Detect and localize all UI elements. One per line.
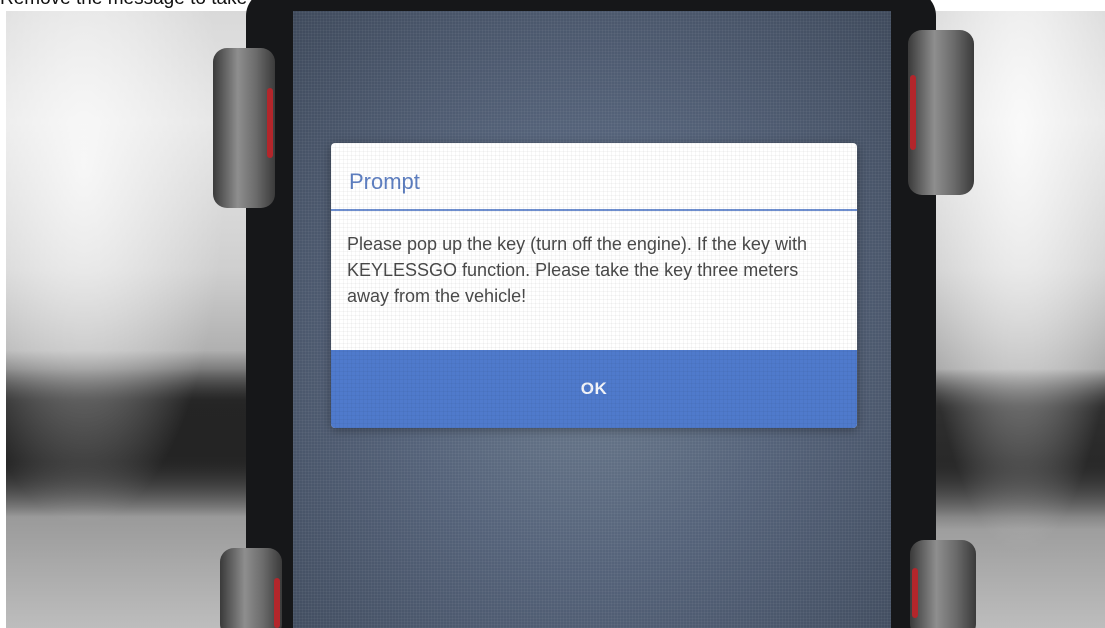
- holder-clamp-bottom-right: [910, 540, 976, 628]
- holder-clamp-top-right: [908, 30, 974, 195]
- holder-clamp-bottom-left: [220, 548, 282, 628]
- prompt-dialog: Prompt Please pop up the key (turn off t…: [331, 143, 857, 428]
- screenshot-frame: Remove the message to take it on the key…: [0, 0, 1105, 628]
- ok-button[interactable]: OK: [331, 350, 857, 428]
- dialog-message: Please pop up the key (turn off the engi…: [347, 234, 807, 306]
- dialog-title: Prompt: [349, 169, 420, 194]
- holder-clamp-top-left: [213, 48, 275, 208]
- dialog-divider: [331, 209, 857, 211]
